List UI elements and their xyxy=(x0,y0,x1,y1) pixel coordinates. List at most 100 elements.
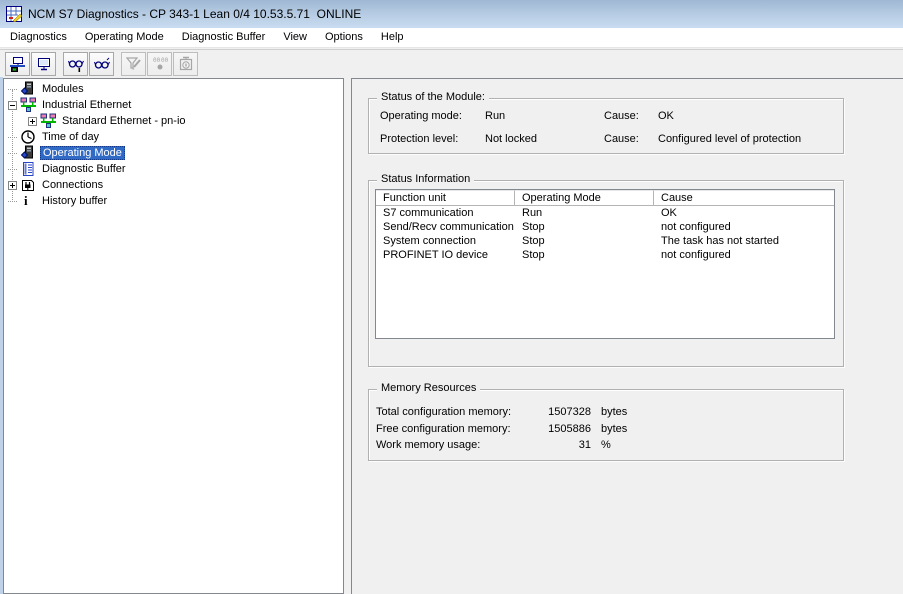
toolbar-button-module-time xyxy=(173,52,198,76)
menu-diagnostic-buffer[interactable]: Diagnostic Buffer xyxy=(173,29,275,46)
menu-operating-mode[interactable]: Operating Mode xyxy=(76,29,173,46)
memory-label: Free configuration memory: xyxy=(376,423,511,435)
cell-operating-mode: Stop xyxy=(515,220,654,234)
cell-function-unit: S7 communication xyxy=(376,206,515,220)
memory-label: Total configuration memory: xyxy=(376,406,511,418)
operating-mode-value: Run xyxy=(485,110,505,122)
cell-function-unit: Send/Recv communication xyxy=(376,220,515,234)
glasses-update-icon xyxy=(68,56,84,72)
list-header: Function unit Operating Mode Cause xyxy=(376,190,834,206)
memory-unit: bytes xyxy=(601,406,627,418)
cell-cause: OK xyxy=(654,206,834,220)
online-module-icon xyxy=(10,56,26,72)
tree-item-label: History buffer xyxy=(40,195,109,207)
status-information-group: Status Information Function unit Operati… xyxy=(368,180,844,367)
menu-view[interactable]: View xyxy=(274,29,316,46)
list-row[interactable]: PROFINET IO device Stop not configured xyxy=(376,248,834,262)
tree-item-history-buffer[interactable]: i History buffer xyxy=(4,193,343,209)
memory-value: 1507328 xyxy=(499,406,591,418)
info-icon: i xyxy=(20,193,37,209)
toolbar: 00 00 xyxy=(0,49,903,77)
filter-edit-icon xyxy=(126,56,142,72)
tree-item-label: Connections xyxy=(40,179,105,191)
group-title: Status of the Module: xyxy=(377,91,489,103)
module-icon xyxy=(20,145,37,161)
tree-item-modules[interactable]: Modules xyxy=(4,81,343,97)
monitor-icon xyxy=(36,56,52,72)
cell-operating-mode: Run xyxy=(515,206,654,220)
list-row[interactable]: System connection Stop The task has not … xyxy=(376,234,834,248)
tree-item-connections[interactable]: Connections xyxy=(4,177,343,193)
toolbar-button-monitor[interactable] xyxy=(31,52,56,76)
pane-splitter[interactable] xyxy=(344,78,351,594)
column-header-function-unit[interactable]: Function unit xyxy=(376,190,515,206)
memory-row-work-usage: Work memory usage: 31 % xyxy=(369,439,843,452)
cell-function-unit: PROFINET IO device xyxy=(376,248,515,262)
client-area: Modules xyxy=(0,77,903,594)
cell-cause: not configured xyxy=(654,220,834,234)
expander-minus-icon[interactable] xyxy=(8,101,17,110)
tree-item-label: Time of day xyxy=(40,131,101,143)
plug-icon xyxy=(20,177,37,193)
memory-value: 31 xyxy=(499,439,591,451)
diagnostics-tree-pane: Modules xyxy=(3,78,344,594)
tree-item-standard-ethernet[interactable]: Standard Ethernet - pn-io xyxy=(4,113,343,129)
toolbar-button-update-interval: 00 00 xyxy=(147,52,172,76)
tree-item-label-selected: Operating Mode xyxy=(40,146,125,160)
ethernet-icon xyxy=(20,97,37,113)
protection-level-value: Not locked xyxy=(485,133,537,145)
group-title: Memory Resources xyxy=(377,382,480,394)
tree-item-label: Modules xyxy=(40,83,86,95)
memory-row-total: Total configuration memory: 1507328 byte… xyxy=(369,406,843,419)
details-pane: Status of the Module: Operating mode: Ru… xyxy=(351,78,903,594)
cell-cause: not configured xyxy=(654,248,834,262)
tree-item-label: Diagnostic Buffer xyxy=(40,163,128,175)
status-information-list: Function unit Operating Mode Cause S7 co… xyxy=(375,189,835,339)
cause-value: Configured level of protection xyxy=(658,133,801,145)
cause-label: Cause: xyxy=(604,133,639,145)
buffer-icon xyxy=(20,161,37,177)
window-title: NCM S7 Diagnostics - CP 343-1 Lean 0/4 1… xyxy=(28,7,361,21)
status-of-module-group: Status of the Module: Operating mode: Ru… xyxy=(368,98,844,154)
menu-options[interactable]: Options xyxy=(316,29,372,46)
titlebar: NCM S7 Diagnostics - CP 343-1 Lean 0/4 1… xyxy=(0,0,903,28)
menubar: Diagnostics Operating Mode Diagnostic Bu… xyxy=(0,28,903,48)
memory-value: 1505886 xyxy=(499,423,591,435)
cause-value: OK xyxy=(658,110,674,122)
toolbar-button-view-glasses[interactable] xyxy=(89,52,114,76)
diagnostics-tree: Modules xyxy=(4,79,343,209)
cell-cause: The task has not started xyxy=(654,234,834,248)
tree-item-diagnostic-buffer[interactable]: Diagnostic Buffer xyxy=(4,161,343,177)
clock-icon xyxy=(20,129,37,145)
cell-function-unit: System connection xyxy=(376,234,515,248)
update-interval-icon: 00 00 xyxy=(152,56,168,72)
tree-item-industrial-ethernet[interactable]: Industrial Ethernet xyxy=(4,97,343,113)
column-header-operating-mode[interactable]: Operating Mode xyxy=(515,190,654,206)
toolbar-button-update-glasses[interactable] xyxy=(63,52,88,76)
menu-diagnostics[interactable]: Diagnostics xyxy=(1,29,76,46)
expander-plus-icon[interactable] xyxy=(8,181,17,190)
column-header-cause[interactable]: Cause xyxy=(654,190,834,206)
tree-item-operating-mode[interactable]: Operating Mode xyxy=(4,145,343,161)
tree-item-label: Standard Ethernet - pn-io xyxy=(60,115,188,127)
toolbar-button-online-module[interactable] xyxy=(5,52,30,76)
expander-plus-icon[interactable] xyxy=(28,117,37,126)
glasses-view-icon xyxy=(94,56,110,72)
protection-level-label: Protection level: xyxy=(380,133,458,145)
list-row[interactable]: Send/Recv communication Stop not configu… xyxy=(376,220,834,234)
list-row[interactable]: S7 communication Run OK xyxy=(376,206,834,220)
module-time-info-icon xyxy=(178,56,194,72)
memory-resources-group: Memory Resources Total configuration mem… xyxy=(368,389,844,461)
tree-item-label: Industrial Ethernet xyxy=(40,99,133,111)
operating-mode-row: Operating mode: Run Cause: OK xyxy=(369,110,843,123)
svg-text:00: 00 xyxy=(161,57,168,64)
memory-unit: bytes xyxy=(601,423,627,435)
protection-level-row: Protection level: Not locked Cause: Conf… xyxy=(369,133,843,146)
group-title: Status Information xyxy=(377,173,474,185)
menu-help[interactable]: Help xyxy=(372,29,413,46)
cell-operating-mode: Stop xyxy=(515,248,654,262)
ethernet-icon xyxy=(40,113,57,129)
tree-item-time-of-day[interactable]: Time of day xyxy=(4,129,343,145)
svg-text:00: 00 xyxy=(153,57,161,64)
cause-label: Cause: xyxy=(604,110,639,122)
